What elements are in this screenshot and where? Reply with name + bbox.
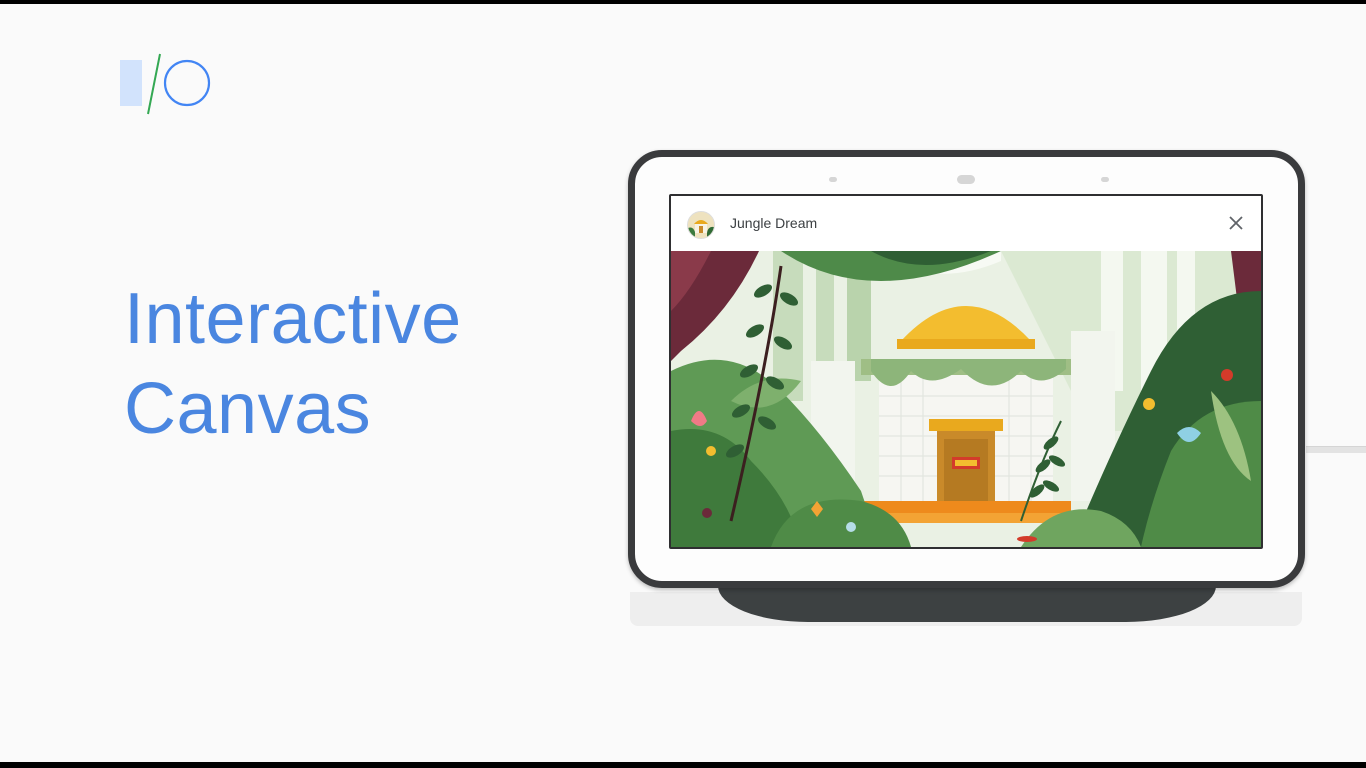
speaker-base: [718, 586, 1216, 622]
close-button[interactable]: [1225, 212, 1247, 234]
jungle-temple-icon: [687, 211, 715, 239]
io-logo-circle: [163, 59, 211, 107]
slide: Interactive Canvas Jungle Dream: [0, 4, 1366, 762]
device-screen: Jungle Dream: [669, 194, 1263, 549]
power-cable: [1306, 446, 1366, 453]
title-line-1: Interactive: [124, 279, 462, 359]
app-header: Jungle Dream: [671, 196, 1261, 251]
microphone-icon: [829, 177, 837, 182]
close-icon: [1229, 216, 1243, 230]
io-logo-bar: [120, 60, 142, 106]
io-logo-slash: [147, 53, 161, 115]
app-title: Jungle Dream: [730, 215, 818, 231]
ambient-sensor: [957, 175, 975, 184]
io-logo: [120, 53, 211, 115]
slide-title: Interactive Canvas: [124, 274, 462, 454]
microphone-icon: [1101, 177, 1109, 182]
title-line-2: Canvas: [124, 369, 372, 449]
game-canvas[interactable]: [671, 251, 1261, 547]
